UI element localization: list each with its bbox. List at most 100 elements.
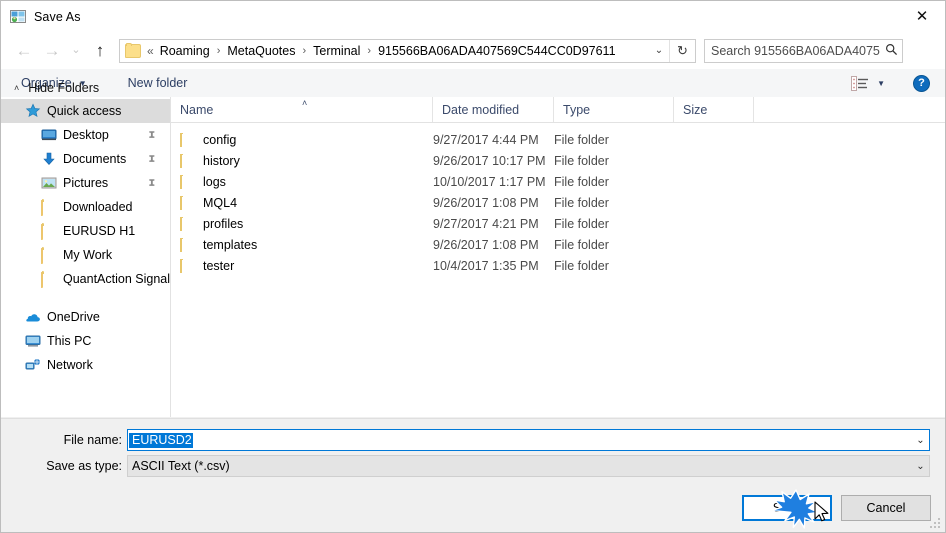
file-name-row: File name: EURUSD2 ⌄: [1, 429, 945, 451]
sidebar-item-eurusd-h1[interactable]: EURUSD H1: [1, 219, 170, 243]
search-input[interactable]: Search 915566BA06ADA40756...: [705, 44, 880, 58]
chevron-down-icon[interactable]: ⌄: [912, 435, 929, 446]
column-header-filler: [754, 97, 945, 122]
documents-download-icon: [41, 151, 57, 167]
chevron-up-icon: ˄: [14, 83, 20, 93]
back-button[interactable]: ←: [10, 37, 38, 65]
file-name-input[interactable]: EURUSD2 ⌄: [127, 429, 930, 451]
file-name-cell: MQL4: [171, 195, 433, 210]
file-name-label: profiles: [203, 216, 244, 231]
title-bar: Save As ✕: [1, 1, 945, 32]
file-name-cell: templates: [171, 237, 433, 252]
sidebar-item-documents[interactable]: Documents: [1, 147, 170, 171]
onedrive-icon: [25, 309, 41, 325]
file-name-label: tester: [203, 258, 235, 273]
close-icon[interactable]: ✕: [899, 1, 945, 31]
resize-grip[interactable]: [930, 518, 941, 529]
sidebar-item-network[interactable]: Network: [1, 353, 170, 377]
pin-icon[interactable]: [142, 174, 160, 192]
forward-button[interactable]: →: [38, 37, 66, 65]
table-row[interactable]: templates 9/26/2017 1:08 PM File folder: [171, 234, 945, 255]
save-as-type-select[interactable]: ASCII Text (*.csv) ⌄: [127, 455, 930, 477]
command-bar-right: ▼ ?: [849, 69, 945, 97]
recent-locations-button[interactable]: ⌄: [66, 37, 86, 65]
navigation-bar: ← → ⌄ ↑ « Roaming › MetaQuotes › Termina…: [1, 32, 945, 69]
thispc-icon: [25, 333, 41, 349]
breadcrumb-overflow-icon[interactable]: «: [147, 44, 159, 58]
breadcrumb-item-0[interactable]: Roaming: [159, 44, 211, 58]
file-list: Name ˄ Date modified Type Size config 9/…: [171, 97, 945, 417]
help-button[interactable]: ?: [913, 74, 930, 92]
column-header-date-modified[interactable]: Date modified: [433, 97, 554, 122]
main-area: Quick access Desktop Documents Pictures …: [1, 97, 945, 417]
table-row[interactable]: logs 10/10/2017 1:17 PM File folder: [171, 171, 945, 192]
table-row[interactable]: history 9/26/2017 10:17 PM File folder: [171, 150, 945, 171]
file-date-cell: 9/27/2017 4:44 PM: [433, 132, 539, 147]
folder-icon: [180, 258, 196, 273]
breadcrumb-item-2[interactable]: Terminal: [312, 44, 361, 58]
breadcrumb-item-1[interactable]: MetaQuotes: [226, 44, 296, 58]
column-header-type[interactable]: Type: [554, 97, 674, 122]
pin-icon[interactable]: [142, 150, 160, 168]
folder-icon: [125, 42, 141, 58]
up-button[interactable]: ↑: [86, 37, 114, 65]
hide-folders-label: Hide Folders: [28, 81, 100, 95]
new-folder-button[interactable]: New folder: [124, 69, 192, 97]
chevron-down-icon[interactable]: ⌄: [649, 45, 669, 56]
view-list-icon: [851, 75, 869, 91]
folder-icon: [180, 153, 196, 168]
file-type-cell: File folder: [554, 195, 609, 210]
save-button[interactable]: Save: [742, 495, 832, 521]
address-bar[interactable]: « Roaming › MetaQuotes › Terminal › 9155…: [119, 38, 696, 63]
sidebar-item-this-pc[interactable]: This PC: [1, 329, 170, 353]
column-header-size[interactable]: Size: [674, 97, 754, 122]
sidebar-item-quantaction-signal[interactable]: QuantAction Signal: [1, 267, 170, 291]
cancel-button[interactable]: Cancel: [841, 495, 931, 521]
save-as-type-value: ASCII Text (*.csv): [132, 459, 230, 473]
search-box[interactable]: Search 915566BA06ADA40756...: [704, 38, 903, 63]
refresh-icon[interactable]: ↻: [669, 39, 695, 62]
new-folder-label: New folder: [127, 76, 188, 90]
folder-icon: [41, 272, 57, 288]
save-as-type-label: Save as type:: [46, 459, 122, 473]
pin-icon[interactable]: [142, 126, 160, 144]
sidebar-item-quick-access[interactable]: Quick access: [1, 99, 170, 123]
table-row[interactable]: config 9/27/2017 4:44 PM File folder: [171, 129, 945, 150]
folder-icon: [41, 248, 57, 264]
file-date-cell: 9/26/2017 1:08 PM: [433, 237, 539, 252]
file-name-label: history: [203, 153, 240, 168]
pictures-icon: [41, 175, 57, 191]
hide-folders-button[interactable]: ˄ Hide Folders: [14, 81, 99, 95]
sidebar-item-label: Documents: [63, 152, 127, 166]
file-name-cell: tester: [171, 258, 433, 273]
table-row[interactable]: profiles 9/27/2017 4:21 PM File folder: [171, 213, 945, 234]
column-header-name[interactable]: Name ˄: [171, 97, 433, 122]
file-type-cell: File folder: [554, 174, 609, 189]
file-name-label: logs: [203, 174, 226, 189]
desktop-icon: [41, 127, 57, 143]
sidebar-item-onedrive[interactable]: OneDrive: [1, 305, 170, 329]
sidebar-item-label: Desktop: [63, 128, 109, 142]
breadcrumb-item-3[interactable]: 915566BA06ADA407569C544CC0D97611: [377, 44, 616, 58]
sidebar-item-pictures[interactable]: Pictures: [1, 171, 170, 195]
sidebar-item-downloaded[interactable]: Downloaded: [1, 195, 170, 219]
folder-icon: [180, 237, 196, 252]
sidebar-item-my-work[interactable]: My Work: [1, 243, 170, 267]
window-title: Save As: [34, 9, 81, 24]
file-name-cell: config: [171, 132, 433, 147]
sidebar-item-label: My Work: [63, 248, 113, 262]
file-type-cell: File folder: [554, 153, 609, 168]
table-row[interactable]: tester 10/4/2017 1:35 PM File folder: [171, 255, 945, 276]
view-mode-button[interactable]: ▼: [849, 75, 887, 91]
file-rows: config 9/27/2017 4:44 PM File folder his…: [171, 123, 945, 276]
sidebar-item-label: OneDrive: [47, 310, 100, 324]
file-name-label: templates: [203, 237, 258, 252]
navigation-pane: Quick access Desktop Documents Pictures …: [1, 97, 171, 417]
sidebar-item-desktop[interactable]: Desktop: [1, 123, 170, 147]
breadcrumb-separator: ›: [216, 44, 221, 57]
save-as-type-row: Save as type: ASCII Text (*.csv) ⌄: [1, 455, 945, 477]
sidebar-item-label: This PC: [47, 334, 92, 348]
file-name-cell: logs: [171, 174, 433, 189]
chevron-down-icon[interactable]: ⌄: [912, 461, 929, 472]
table-row[interactable]: MQL4 9/26/2017 1:08 PM File folder: [171, 192, 945, 213]
